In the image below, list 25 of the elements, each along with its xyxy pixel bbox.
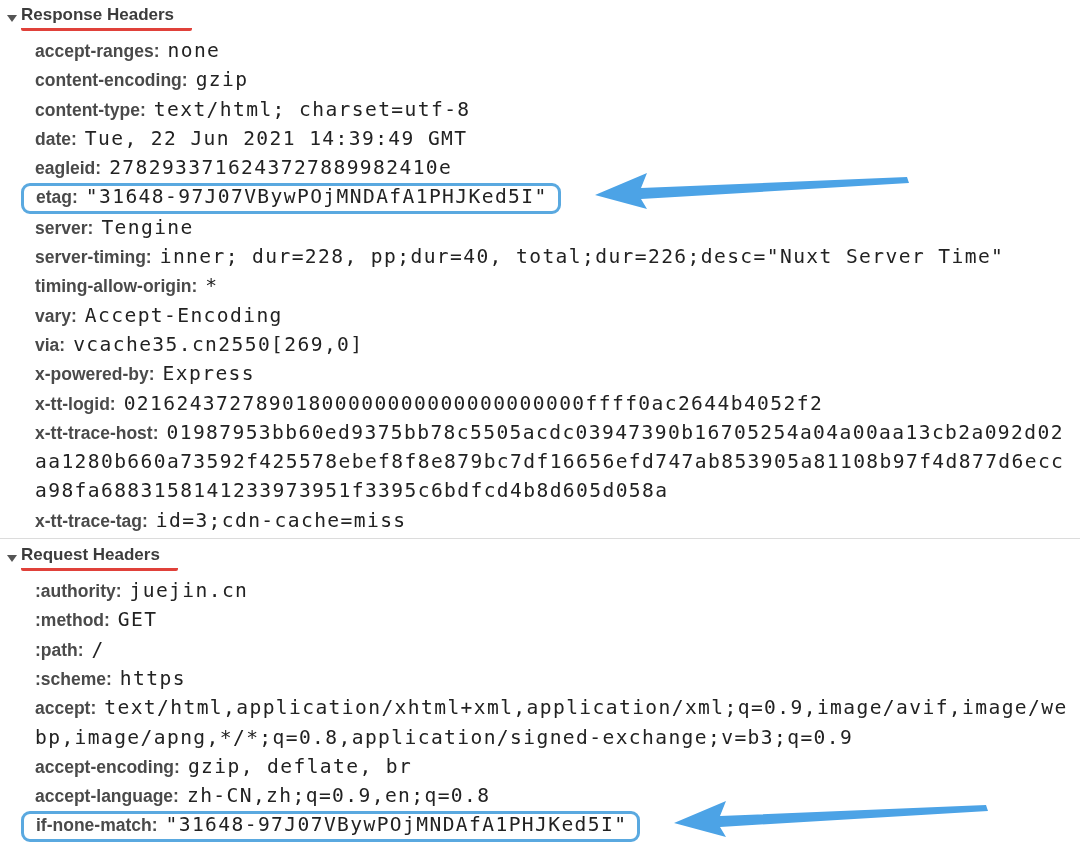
header-line: via: vcache35.cn2550[269,0]: [35, 331, 365, 358]
header-line: date: Tue, 22 Jun 2021 14:39:49 GMT: [35, 125, 469, 152]
header-line: vary: Accept-Encoding: [35, 302, 284, 329]
highlighted-header-line: if-none-match: "31648-97J07VBywPOjMNDAfA1PHJKed5I": [21, 811, 641, 842]
header-line: accept-encoding: gzip, deflate, br: [35, 753, 414, 780]
header-line: :method: GET: [35, 607, 159, 634]
section-title[interactable]: Response Headers: [21, 5, 193, 31]
expand-triangle-icon[interactable]: [7, 13, 17, 23]
header-line: x-powered-by: Express: [35, 361, 256, 388]
header-line: :path: /: [35, 636, 106, 663]
header-line: accept-language: zh-CN,zh;q=0.9,en;q=0.8: [35, 783, 492, 810]
header-line: accept-ranges: none: [35, 38, 222, 64]
header-line: x-tt-trace-tag: id=3;cdn-cache=miss: [35, 507, 408, 534]
header-line: eagleid: 2782933716243727889982410e: [35, 155, 454, 182]
highlighted-header-line: etag: "31648-97J07VBywPOjMNDAfA1PHJKed5I": [21, 183, 561, 214]
header-line: content-type: text/html; charset=utf-8: [35, 96, 472, 123]
section-title[interactable]: Request Headers: [21, 545, 178, 572]
header-line: server: Tengine: [35, 214, 195, 241]
header-line: content-encoding: gzip: [35, 67, 250, 94]
header-line: :authority: juejin.cn: [35, 578, 250, 605]
header-line: x-tt-logid: 02162437278901800000000000000000000ffff0ac2644b4052f2: [35, 390, 825, 417]
expand-triangle-icon[interactable]: [7, 553, 17, 564]
header-line: server-timing: inner; dur=228, pp;dur=40, total;dur=226;desc="Nuxt Server Time": [35, 244, 1006, 271]
header-line: :scheme: https: [35, 665, 187, 692]
header-line: timing-allow-origin: *: [35, 273, 220, 300]
